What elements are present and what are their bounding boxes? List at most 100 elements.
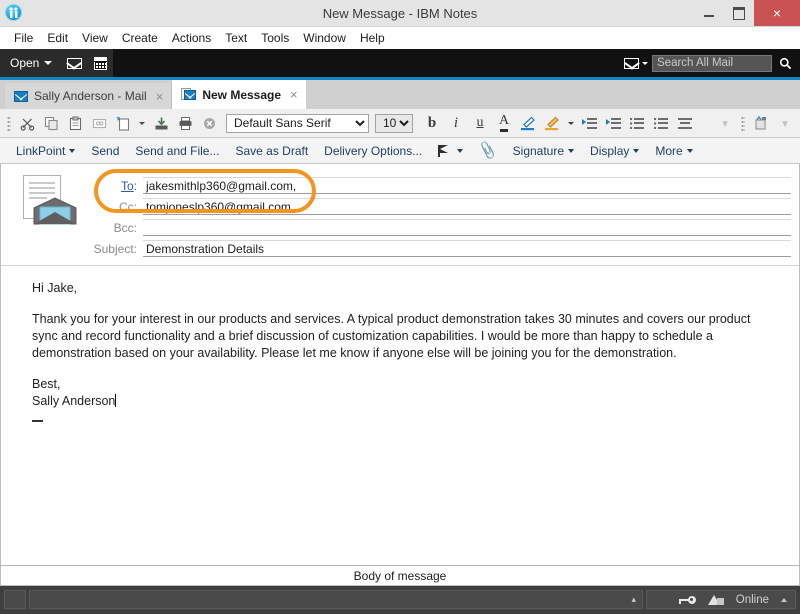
font-size-select[interactable]: 10 (375, 113, 413, 133)
calendar-shortcut-button[interactable] (87, 49, 114, 77)
toolbar-overflow-right[interactable]: ▾ (774, 112, 796, 134)
paste-special-button[interactable] (88, 112, 110, 134)
tab-close-icon[interactable]: × (153, 89, 164, 104)
magnifier-icon (779, 57, 791, 69)
menu-actions[interactable]: Actions (165, 29, 218, 47)
action-label: Save as Draft (235, 143, 309, 158)
copy-button[interactable] (40, 112, 62, 134)
menu-text[interactable]: Text (218, 29, 254, 47)
paste-button[interactable] (64, 112, 86, 134)
window-controls: × (694, 0, 800, 26)
action-signature[interactable]: Signature (505, 142, 582, 160)
minimize-button[interactable] (694, 0, 724, 26)
cancel-button[interactable] (198, 112, 220, 134)
to-field-input[interactable] (143, 177, 791, 194)
body-paragraph: Thank you for your interest in our produ… (32, 312, 751, 360)
maximize-button[interactable] (724, 0, 754, 26)
status-slot[interactable] (4, 590, 26, 609)
notes-icon[interactable] (707, 594, 724, 605)
search-submit-button[interactable] (776, 54, 794, 72)
action-more[interactable]: More (647, 142, 700, 160)
cc-field-label[interactable]: Cc: (81, 200, 143, 214)
print-button[interactable] (174, 112, 196, 134)
toolbar-grip-2[interactable] (741, 115, 745, 131)
open-button[interactable]: Open (0, 49, 62, 77)
indent-button[interactable] (578, 112, 600, 134)
cut-button[interactable] (16, 112, 38, 134)
status-bar: ▴ Online (0, 586, 800, 614)
action-delivery-options[interactable]: Delivery Options... (316, 142, 430, 160)
action-attach[interactable]: 📎 (471, 140, 504, 161)
menu-help[interactable]: Help (353, 29, 392, 47)
tab-close-icon[interactable]: × (287, 87, 298, 102)
action-send[interactable]: Send (83, 142, 127, 160)
menu-edit[interactable]: Edit (40, 29, 75, 47)
action-display[interactable]: Display (582, 142, 647, 160)
menu-view[interactable]: View (75, 29, 115, 47)
cc-field-input[interactable] (143, 198, 791, 215)
outdent-button[interactable] (602, 112, 624, 134)
title-bar: New Message - IBM Notes × (0, 0, 800, 27)
subject-label-suffix: : (133, 241, 137, 256)
cancel-icon (203, 117, 215, 129)
clipboard-icon (69, 116, 81, 130)
flag-icon (438, 144, 449, 157)
key-icon[interactable] (678, 595, 696, 604)
tab-label: New Message (202, 87, 282, 102)
chevron-down-icon (633, 148, 640, 153)
text-style-button[interactable] (517, 112, 539, 134)
highlight-button[interactable] (541, 112, 563, 134)
align-center-icon (678, 117, 692, 129)
chevron-down-icon (69, 148, 76, 153)
toolbar-overflow-left[interactable]: ▾ (714, 112, 736, 134)
save-button[interactable] (150, 112, 172, 134)
subject-field-input[interactable] (143, 240, 791, 257)
font-color-button[interactable]: A (493, 112, 515, 134)
bullet-list-button[interactable] (626, 112, 648, 134)
close-button[interactable]: × (754, 0, 800, 26)
menu-window[interactable]: Window (296, 29, 353, 47)
menu-tools[interactable]: Tools (254, 29, 296, 47)
menu-create[interactable]: Create (115, 29, 165, 47)
tab-sally-anderson-mail[interactable]: Sally Anderson - Mail × (5, 83, 173, 109)
body-greeting: Hi Jake, (32, 281, 78, 295)
global-toolbar: Open (0, 49, 800, 77)
align-button[interactable] (674, 112, 696, 134)
tab-new-message[interactable]: New Message × (172, 80, 306, 109)
action-send-and-file[interactable]: Send and File... (127, 142, 227, 160)
action-follow-up[interactable] (430, 143, 471, 159)
search-scope-button[interactable] (624, 57, 648, 69)
action-linkpoint[interactable]: LinkPoint (8, 142, 83, 160)
online-status-label[interactable]: Online (736, 594, 769, 606)
bold-button[interactable]: b (421, 112, 443, 134)
field-row-to: To: (81, 175, 791, 196)
section-button[interactable] (750, 112, 772, 134)
numbered-list-icon (654, 117, 668, 129)
font-family-select[interactable]: Default Sans Serif (226, 113, 369, 133)
status-message-pane[interactable]: ▴ (29, 590, 643, 609)
bcc-label-text: Bcc (113, 220, 134, 235)
mail-shortcut-button[interactable] (61, 49, 88, 77)
highlight-dropdown[interactable] (565, 112, 576, 134)
chevron-up-icon[interactable] (781, 597, 787, 602)
italic-button[interactable]: i (445, 112, 467, 134)
bcc-field-label[interactable]: Bcc: (81, 221, 143, 235)
to-field-label[interactable]: To: (81, 179, 143, 193)
paste-special-icon (92, 118, 106, 128)
section-icon (755, 115, 766, 129)
search-area (624, 54, 800, 72)
expand-caret-icon[interactable]: ▴ (631, 594, 636, 605)
message-body[interactable]: Hi Jake, Thank you for your interest in … (1, 265, 799, 565)
action-label: Send (91, 143, 120, 158)
new-document-dropdown[interactable] (136, 112, 148, 134)
underline-button[interactable]: u (469, 112, 491, 134)
toolbar-grip[interactable] (7, 115, 11, 131)
new-document-button[interactable] (112, 112, 134, 134)
action-save-as-draft[interactable]: Save as Draft (227, 142, 316, 160)
envelope-icon (66, 57, 82, 69)
bcc-field-input[interactable] (143, 219, 791, 236)
menu-file[interactable]: File (7, 29, 40, 47)
numbered-list-button[interactable] (650, 112, 672, 134)
printer-icon (179, 116, 191, 130)
search-input[interactable] (652, 54, 772, 72)
